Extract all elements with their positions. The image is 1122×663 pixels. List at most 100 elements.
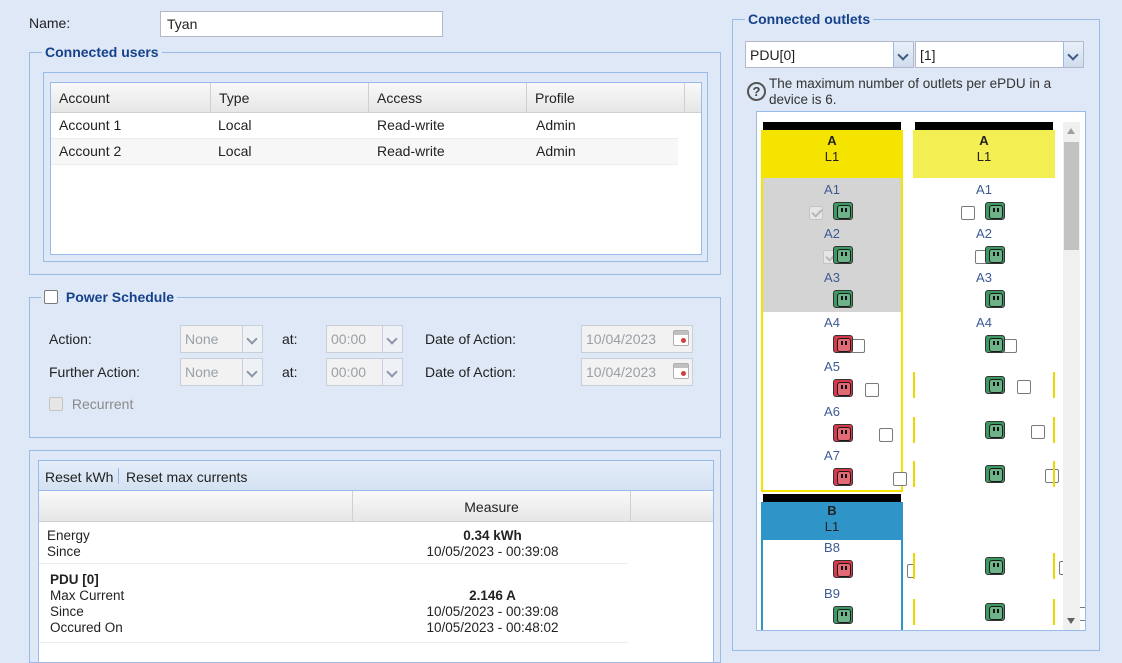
cell-type: Local (218, 143, 252, 159)
col-access[interactable]: Access (369, 83, 527, 113)
further-date-value: 10/04/2023 (586, 364, 657, 380)
outlet-checkbox[interactable] (961, 206, 975, 221)
chevron-down-icon[interactable] (1063, 42, 1083, 67)
outlet-slot-label: B10 (761, 630, 903, 631)
recurrent-checkbox[interactable] (49, 396, 63, 411)
table-row[interactable]: Account 1 Local Read-write Admin (51, 113, 678, 139)
outlet-checkbox[interactable] (1045, 469, 1059, 484)
action-select-value: None (185, 331, 219, 347)
scroll-down-arrow[interactable] (1067, 618, 1075, 624)
outlet-off-icon (833, 379, 853, 397)
help-icon[interactable]: ? (747, 82, 766, 101)
outlet-slot-label: A2 (976, 226, 992, 241)
further-action-select[interactable]: None (180, 358, 263, 386)
phase-marker (1053, 553, 1055, 579)
pdu-select-value: PDU[0] (750, 47, 796, 63)
outlet-column-2: A L1 A1 A2 A3 A4 (913, 122, 1085, 630)
cell-access: Read-write (377, 117, 445, 133)
further-date-field[interactable]: 10/04/2023 (581, 358, 693, 386)
scrollbar[interactable] (1063, 122, 1080, 630)
further-time-select[interactable]: 00:00 (326, 358, 403, 386)
further-time-value: 00:00 (331, 364, 367, 380)
outlet-slot-label: B8 (824, 540, 840, 555)
table-row[interactable]: Account 2 Local Read-write Admin (51, 139, 678, 165)
reset-max-currents-button[interactable]: Reset max currents (126, 469, 247, 485)
action-date-field[interactable]: 10/04/2023 (581, 325, 693, 353)
action-time-select[interactable]: 00:00 (326, 325, 403, 353)
phase-marker (1053, 461, 1055, 487)
outlet-checkbox[interactable] (1031, 425, 1045, 440)
chevron-down-icon[interactable] (382, 326, 402, 352)
connected-outlets-legend: Connected outlets (745, 11, 874, 27)
phase-a-header-2: A L1 (913, 130, 1055, 178)
line-label: L1 (976, 149, 992, 164)
outlet-slot-label: A7 (824, 448, 840, 463)
scroll-up-arrow[interactable] (1067, 128, 1075, 134)
phase-marker (913, 372, 915, 398)
cell-profile: Admin (536, 143, 576, 159)
name-label: Name: (29, 15, 71, 31)
outlet-slot-label: A4 (976, 315, 992, 330)
column-header-bar (763, 494, 901, 502)
action-select[interactable]: None (180, 325, 263, 353)
recurrent-row[interactable]: Recurrent (49, 396, 133, 412)
outlet-checkbox[interactable] (865, 383, 879, 398)
date-of-action-label-2: Date of Action: (425, 364, 517, 380)
col-profile[interactable]: Profile (527, 83, 685, 113)
power-schedule-checkbox[interactable] (44, 289, 58, 304)
outlet-checkbox[interactable] (1017, 380, 1031, 395)
outlet-on-icon (985, 202, 1005, 220)
at-label: at: (282, 331, 298, 347)
further-action-label: Further Action: (49, 364, 141, 380)
scroll-thumb[interactable] (1064, 142, 1079, 250)
outlet-checkbox[interactable] (879, 428, 893, 443)
phase-label: B (827, 503, 837, 518)
calendar-icon[interactable] (673, 330, 689, 346)
col-account[interactable]: Account (51, 83, 211, 113)
cell-access: Read-write (377, 143, 445, 159)
outlet-slot-label: A5 (824, 359, 840, 374)
pdu-title: PDU [0] (50, 572, 99, 587)
chevron-down-icon[interactable] (893, 42, 913, 67)
col-measure[interactable]: Measure (353, 499, 630, 515)
outlet-on-icon (985, 603, 1005, 621)
outlet-on-icon (985, 557, 1005, 575)
chevron-down-icon[interactable] (242, 326, 262, 352)
max-current-label: Max Current (50, 588, 125, 603)
line-label: L1 (824, 149, 840, 164)
action-label: Action: (49, 331, 92, 347)
outlet-on-icon (985, 465, 1005, 483)
max-outlets-info: The maximum number of outlets per ePDU i… (769, 76, 1052, 107)
outlet-off-icon (833, 424, 853, 442)
measures-grid-header: Measure (39, 491, 713, 522)
measures-grid: Measure Energy Since 0.34 kWh 10/05/2023… (38, 491, 714, 663)
max-since-value: 10/05/2023 - 00:39:08 (426, 604, 559, 619)
col-type[interactable]: Type (211, 83, 369, 113)
reset-kwh-button[interactable]: Reset kWh (45, 469, 113, 485)
outlet-checkbox[interactable] (809, 206, 823, 221)
pdu-select[interactable]: PDU[0] (745, 41, 914, 68)
pdu-row[interactable]: PDU [0] Max Current Since Occured On 2.1… (39, 564, 628, 643)
chevron-down-icon[interactable] (242, 359, 262, 385)
outlet-on-icon (985, 246, 1005, 264)
outlet-on-icon (985, 421, 1005, 439)
calendar-icon[interactable] (673, 363, 689, 379)
outlet-slot-label: B9 (824, 586, 840, 601)
column-header-bar (763, 122, 901, 130)
chevron-down-icon[interactable] (382, 359, 402, 385)
further-action-value: None (185, 364, 219, 380)
outlet-checkbox[interactable] (1003, 339, 1017, 354)
energy-row[interactable]: Energy Since 0.34 kWh 10/05/2023 - 00:39… (39, 522, 628, 564)
index-select-value: [1] (920, 47, 936, 63)
index-select[interactable]: [1] (915, 41, 1084, 68)
outlet-checkbox[interactable] (851, 339, 865, 354)
outlet-slot-label: A2 (824, 226, 840, 241)
phase-b-header: B L1 (761, 502, 903, 540)
outlet-on-icon (985, 376, 1005, 394)
outlet-off-icon (833, 560, 853, 578)
disabled-slots-bg (763, 178, 901, 312)
cell-profile: Admin (536, 117, 576, 133)
users-grid-header: Account Type Access Profile (51, 83, 701, 113)
name-input[interactable]: Tyan (160, 11, 443, 37)
outlet-checkbox[interactable] (893, 472, 907, 487)
